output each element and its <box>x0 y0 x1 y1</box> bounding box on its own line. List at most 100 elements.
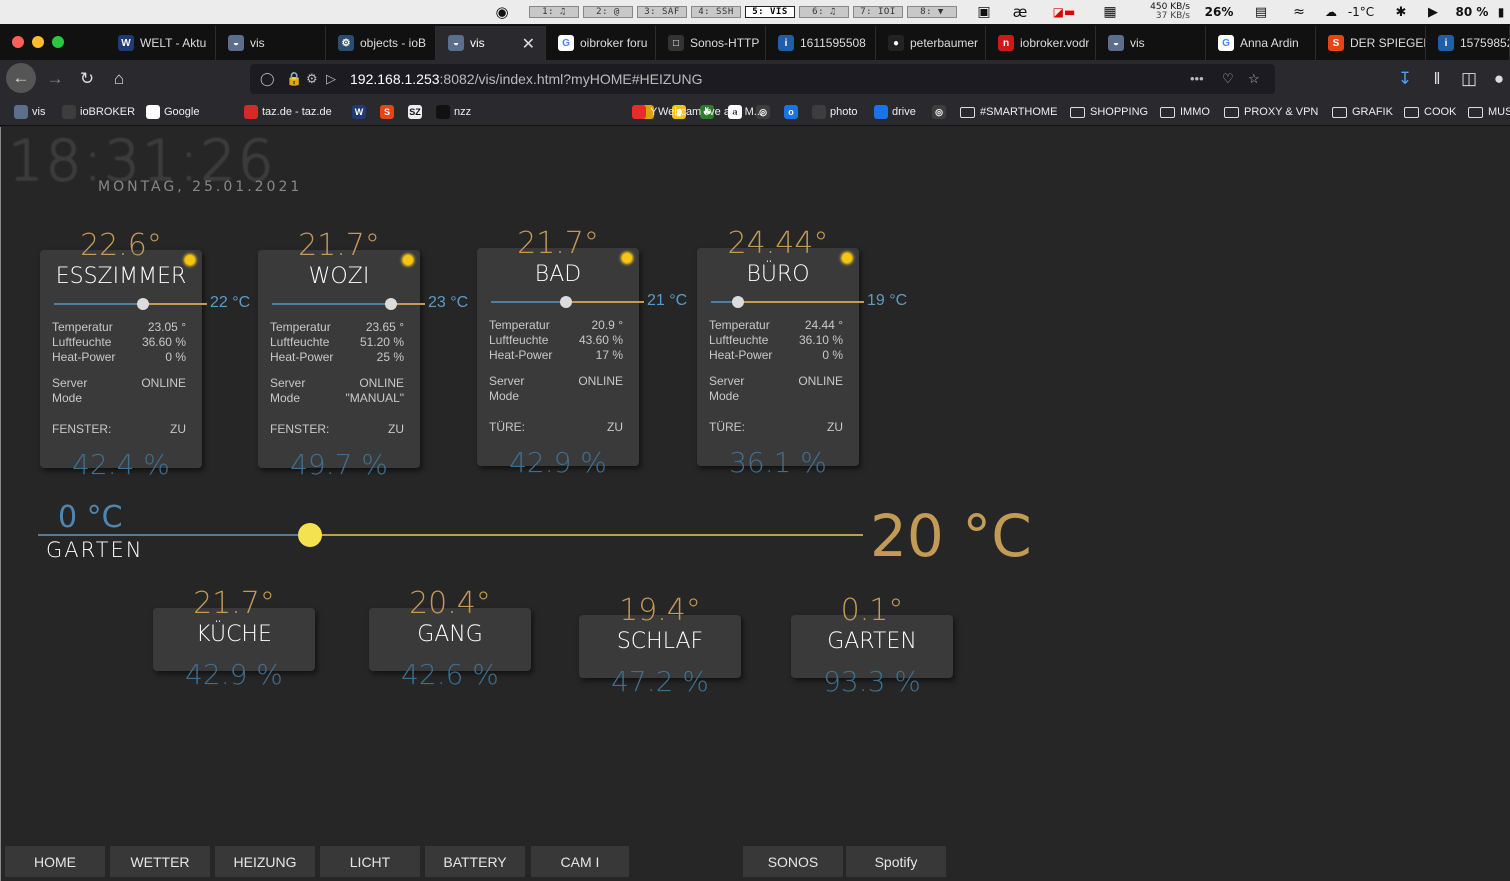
bookmark-0[interactable]: vis <box>14 104 45 120</box>
ae-icon[interactable]: æ <box>1010 3 1030 21</box>
tab-1[interactable]: ◒ vis <box>216 26 326 60</box>
bookmark-5[interactable]: Webcam live aus M... <box>640 104 763 120</box>
tab-6[interactable]: i 1611595508 <box>766 26 876 60</box>
back-button[interactable]: ← <box>6 63 36 93</box>
workspace-4[interactable]: 4: SSH <box>691 6 741 18</box>
tab-9[interactable]: ◒ vis <box>1096 26 1206 60</box>
wifi-icon[interactable]: ≈ <box>1288 3 1310 21</box>
url-text[interactable]: 192.168.1.253:8082/vis/index.html?myHOME… <box>350 71 703 87</box>
tab-5[interactable]: □ Sonos-HTTP <box>656 26 766 60</box>
downloads-icon[interactable]: ↧ <box>1390 65 1420 93</box>
setpoint-slider-track-left[interactable] <box>272 303 392 305</box>
tab-12[interactable]: i 15759852 <box>1426 26 1510 60</box>
mini-room-card-0[interactable]: 21.7° KÜCHE 42.9 % <box>153 586 315 691</box>
permissions-icon[interactable]: ⚙ <box>306 71 318 87</box>
bluetooth-icon[interactable]: ✱ <box>1393 3 1409 21</box>
tab-2[interactable]: ⚙ objects - ioB <box>326 26 436 60</box>
bookmark-favicon-1[interactable]: S <box>380 104 398 120</box>
nav-button-3[interactable]: LICHT <box>320 846 420 877</box>
reload-button[interactable]: ↻ <box>72 65 102 93</box>
insecure-lock-icon[interactable]: 🔒 <box>286 71 302 87</box>
nav-button-1[interactable]: WETTER <box>110 846 210 877</box>
setpoint-slider-track-right[interactable] <box>143 303 207 305</box>
tab-close-icon[interactable]: ✕ <box>522 34 535 54</box>
nav-button-7[interactable]: Spotify <box>846 846 946 877</box>
garden-slider-knob[interactable] <box>298 523 323 547</box>
bookmark-14[interactable]: COOK <box>1404 104 1456 120</box>
toggle-icon[interactable]: ◪▬ <box>1046 3 1082 21</box>
mini-room-card-2[interactable]: 19.4° SCHLAF 47.2 % <box>579 593 741 698</box>
setpoint-slider-track-left[interactable] <box>54 303 144 305</box>
nav-button-0[interactable]: HOME <box>5 846 105 877</box>
tab-11[interactable]: S DER SPIEGEL <box>1316 26 1426 60</box>
autoplay-blocked-icon[interactable]: ▷ <box>326 71 336 87</box>
monitor-icon[interactable]: ▦ <box>1100 3 1120 21</box>
setpoint-slider-knob[interactable] <box>137 298 150 310</box>
bookmark-11[interactable]: IMMO <box>1160 104 1210 120</box>
room-card-1[interactable]: 21.7° WOZI 23 °C Temperatur 23.65 ° Luftfeuch… <box>258 228 468 481</box>
bookmark-favicon-2[interactable]: SZ <box>408 104 426 120</box>
close-window-button[interactable] <box>12 36 24 48</box>
setpoint-slider-knob[interactable] <box>385 298 398 310</box>
bookmark-8[interactable]: drive <box>874 104 916 120</box>
bookmark-favicon-7[interactable]: o <box>784 104 802 120</box>
cpu-usage[interactable]: 26% <box>1200 3 1238 21</box>
nav-button-4[interactable]: BATTERY <box>425 846 525 877</box>
tab-8[interactable]: n iobroker.vodr <box>986 26 1096 60</box>
nav-button-5[interactable]: CAM I <box>531 846 629 877</box>
pocket-icon[interactable]: ♡ <box>1222 71 1234 87</box>
bookmark-1[interactable]: ioBROKER <box>62 104 135 120</box>
bookmark-star-icon[interactable]: ☆ <box>1248 71 1260 87</box>
shield-icon[interactable]: ◯ <box>260 71 275 87</box>
record-icon[interactable]: ◉ <box>492 3 512 21</box>
sidebar-icon[interactable]: ◫ <box>1454 65 1484 93</box>
bookmark-favicon-0[interactable]: W <box>352 104 370 120</box>
bookmark-9[interactable]: #SMARTHOME <box>960 104 1057 120</box>
weather-temp[interactable]: -1°C <box>1341 3 1381 21</box>
bookmark-favicon-8[interactable]: ◎ <box>932 104 950 120</box>
tab-4[interactable]: Goibroker foru <box>546 26 656 60</box>
setpoint-slider-track-right[interactable] <box>565 301 644 303</box>
minimize-window-button[interactable] <box>32 36 44 48</box>
workspace-8[interactable]: 8: ▼ <box>907 6 957 18</box>
bookmark-15[interactable]: MUS <box>1468 104 1510 120</box>
bookmark-10[interactable]: SHOPPING <box>1070 104 1148 120</box>
tab-10[interactable]: G Anna Ardin <box>1206 26 1316 60</box>
cast-icon[interactable]: ▣ <box>974 3 994 21</box>
library-icon[interactable]: ‖ <box>1422 65 1452 93</box>
room-card-0[interactable]: 22.6° ESSZIMMER 22 °C Temperatur 23.05 ° Luft… <box>40 228 250 481</box>
mini-room-card-1[interactable]: 20.4° GANG 42.6 % <box>369 586 531 691</box>
bookmark-12[interactable]: PROXY & VPN <box>1224 104 1318 120</box>
zoom-window-button[interactable] <box>52 36 64 48</box>
weather-icon[interactable]: ☁ <box>1324 3 1338 21</box>
nav-button-6[interactable]: SONOS <box>743 846 843 877</box>
mini-room-card-3[interactable]: 0.1° GARTEN 93.3 % <box>791 593 953 698</box>
bookmark-7[interactable]: photo <box>812 104 858 120</box>
workspace-2[interactable]: 2: @ <box>583 6 633 18</box>
tab-3[interactable]: ◒ vis ✕ <box>436 26 546 60</box>
play-icon[interactable]: ▶ <box>1424 3 1442 21</box>
memory-icon[interactable]: ▤ <box>1250 3 1272 21</box>
forward-button[interactable]: → <box>40 65 70 93</box>
bookmark-2[interactable]: Google <box>146 104 199 120</box>
url-bar[interactable]: ◯ 🔒 ⚙ ▷ 192.168.1.253:8082/vis/index.htm… <box>250 64 1275 94</box>
workspace-5[interactable]: 5: VIS <box>745 6 795 18</box>
bookmark-6[interactable]: Y <box>632 104 657 120</box>
tab-0[interactable]: W WELT - Aktu <box>106 26 216 60</box>
room-card-2[interactable]: 21.7° BAD 21 °C Temperatur 20.9 ° Luftfeuchte… <box>477 226 687 479</box>
bookmark-13[interactable]: GRAFIK <box>1332 104 1393 120</box>
bookmark-3[interactable]: taz.de - taz.de <box>244 104 332 120</box>
room-card-3[interactable]: 24.44° BÜRO 19 °C Temperatur 24.44 ° Luftfeuc… <box>697 226 907 479</box>
workspace-7[interactable]: 7: IOI <box>853 6 903 18</box>
account-icon[interactable]: ● <box>1484 65 1510 93</box>
workspace-6[interactable]: 6: ♫ <box>799 6 849 18</box>
workspace-1[interactable]: 1: ♫ <box>529 6 579 18</box>
battery-icon[interactable]: ▮ <box>1492 3 1510 21</box>
battery-level[interactable]: 80 % <box>1452 3 1492 21</box>
garden-slider-track-right[interactable] <box>310 534 863 536</box>
bookmark-4[interactable]: nzz <box>436 104 471 120</box>
nav-button-2[interactable]: HEIZUNG <box>215 846 315 877</box>
home-button[interactable]: ⌂ <box>104 65 134 93</box>
setpoint-slider-knob[interactable] <box>559 296 572 308</box>
setpoint-slider-track-left[interactable] <box>491 301 566 303</box>
